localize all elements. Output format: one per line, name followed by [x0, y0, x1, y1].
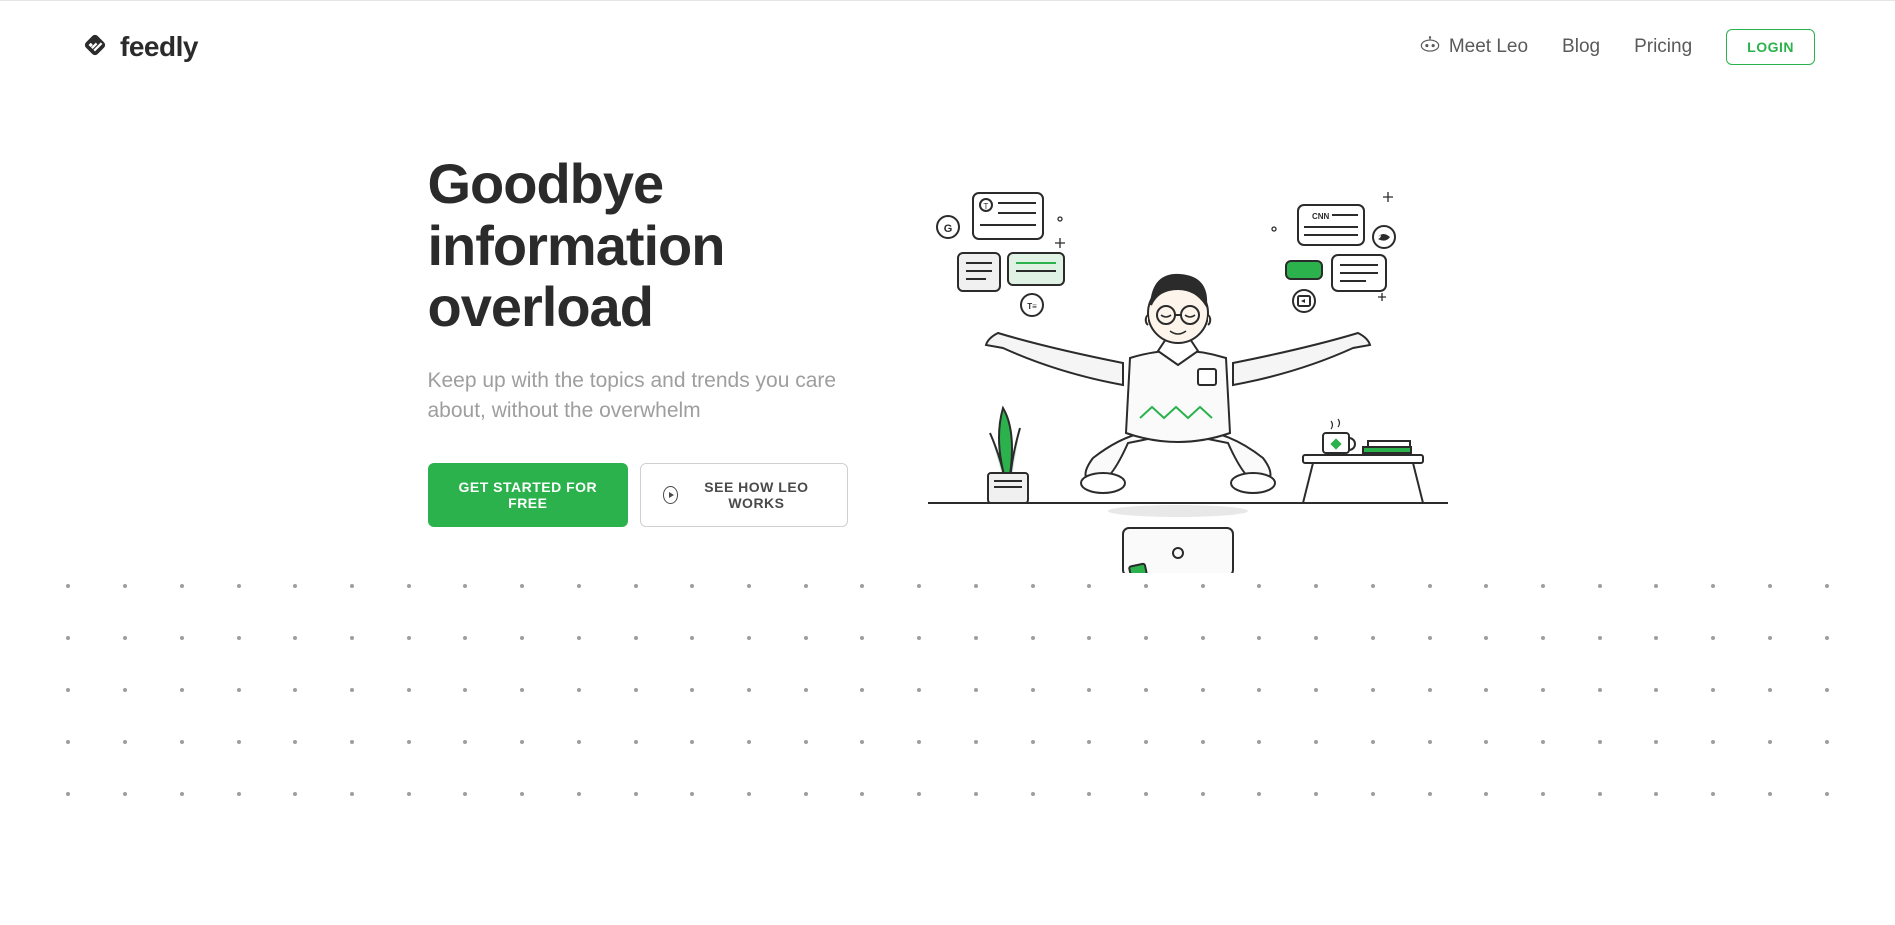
- dotted-background: [0, 560, 1895, 820]
- top-nav: Meet Leo Blog Pricing LOGIN: [1419, 29, 1815, 65]
- hero-copy: Goodbye information overload Keep up wit…: [428, 133, 848, 573]
- see-how-leo-works-button[interactable]: SEE HOW LEO WORKS: [640, 463, 847, 527]
- nav-meet-leo[interactable]: Meet Leo: [1419, 36, 1528, 58]
- site-header: feedly Meet Leo Blog Pricing LOGIN: [0, 1, 1895, 93]
- feedly-logo-icon: [80, 30, 110, 65]
- page-subtitle: Keep up with the topics and trends you c…: [428, 366, 848, 427]
- cta-secondary-label: SEE HOW LEO WORKS: [688, 479, 824, 511]
- hero-section: Goodbye information overload Keep up wit…: [0, 93, 1895, 573]
- page-title: Goodbye information overload: [428, 153, 848, 338]
- brand-name: feedly: [120, 31, 198, 63]
- brand-logo[interactable]: feedly: [80, 30, 198, 65]
- robot-face-icon: [1419, 36, 1441, 58]
- svg-text:CNN: CNN: [1312, 212, 1330, 221]
- nav-blog[interactable]: Blog: [1562, 36, 1600, 58]
- get-started-button[interactable]: GET STARTED FOR FREE: [428, 463, 629, 527]
- svg-text:T≡: T≡: [1027, 302, 1037, 311]
- nav-pricing[interactable]: Pricing: [1634, 36, 1692, 58]
- cta-row: GET STARTED FOR FREE SEE HOW LEO WORKS: [428, 463, 848, 527]
- play-circle-icon: [663, 486, 678, 504]
- svg-text:G: G: [943, 223, 952, 235]
- hero-illustration: G T T≡ CNN: [908, 133, 1468, 573]
- login-button[interactable]: LOGIN: [1726, 29, 1815, 65]
- nav-label: Meet Leo: [1449, 36, 1528, 58]
- svg-text:T: T: [983, 202, 988, 211]
